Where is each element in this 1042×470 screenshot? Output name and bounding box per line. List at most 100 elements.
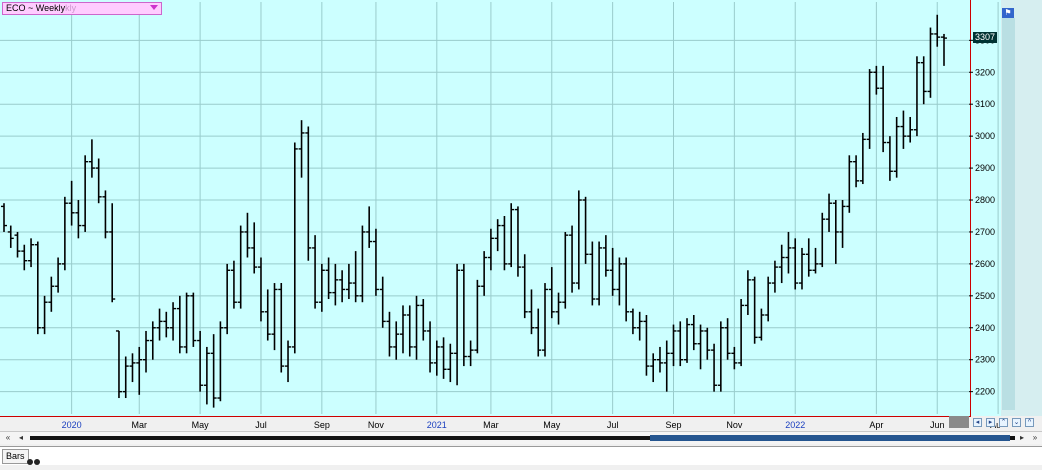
ohlc-bar — [758, 308, 765, 341]
ohlc-bar — [927, 27, 934, 98]
ohlc-bar — [230, 260, 237, 309]
last-price-marker: 3307 — [973, 32, 998, 44]
ohlc-bar — [21, 244, 28, 271]
ohlc-bar — [454, 263, 461, 386]
dropdown-arrow-icon[interactable] — [150, 5, 158, 10]
x-tick-label: Sep — [665, 420, 681, 430]
bars-type-button[interactable]: Bars — [2, 449, 29, 464]
ohlc-bar — [251, 222, 258, 274]
ohlc-bar — [406, 305, 413, 357]
flag-icon[interactable]: ⚑ — [1002, 8, 1014, 18]
symbol-selector-ghost-text: kly — [65, 3, 77, 13]
ohlc-bar — [28, 238, 35, 268]
ohlc-bar — [61, 196, 68, 271]
ohlc-bar — [427, 321, 434, 373]
x-tick-label: 2022 — [785, 420, 805, 430]
ohlc-bar — [886, 136, 893, 181]
ohlc-bar — [95, 158, 102, 204]
symbol-selector[interactable]: ECO ~ Weeklykly — [2, 2, 162, 15]
ohlc-bar — [102, 190, 109, 239]
ohlc-bar — [379, 276, 386, 328]
y-tick-label: 2400 — [975, 323, 995, 333]
horizontal-scrollbar[interactable]: « ◂ ▸ » — [0, 431, 1042, 444]
zoom-out-icon[interactable]: ◂ — [973, 418, 982, 427]
chart-style-toggle-icon[interactable] — [27, 452, 41, 470]
ohlc-bar — [575, 190, 582, 290]
x-tick-label: Apr — [869, 420, 883, 430]
scroll-first-button[interactable]: « — [2, 432, 14, 444]
ohlc-bar — [48, 276, 55, 312]
ohlc-bar — [941, 33, 947, 66]
ohlc-bar — [785, 231, 792, 274]
ohlc-bar — [873, 65, 880, 95]
ohlc-bar — [826, 193, 833, 232]
ohlc-bar — [724, 318, 731, 360]
ohlc-bar — [34, 241, 41, 335]
ohlc-bar — [582, 196, 589, 264]
ohlc-bar — [704, 327, 711, 360]
ohlc-bar — [460, 263, 467, 367]
ohlc-bar — [650, 353, 657, 383]
ohlc-bar — [663, 340, 670, 392]
y-tick-label: 2500 — [975, 291, 995, 301]
scroll-down-icon[interactable]: ⌄ — [1012, 418, 1021, 427]
ohlc-bar — [156, 308, 163, 341]
ohlc-bar — [291, 142, 298, 354]
ohlc-bar — [623, 257, 630, 322]
ohlc-bar — [494, 219, 501, 252]
ohlc-bar — [738, 299, 745, 367]
ohlc-bar — [616, 257, 623, 306]
ohlc-bar — [474, 279, 481, 354]
ohlc-bar — [440, 337, 447, 379]
ohlc-bar — [176, 295, 183, 354]
ohlc-bar — [819, 212, 826, 268]
ohlc-bar — [684, 318, 691, 363]
ohlc-bar — [163, 311, 170, 338]
ohlc-bar — [257, 257, 264, 322]
ohlc-bar — [393, 321, 400, 360]
x-tick-label: Sep — [314, 420, 330, 430]
y-tick-label: 3200 — [975, 67, 995, 77]
ohlc-bar — [846, 155, 853, 213]
ohlc-bar — [535, 308, 542, 357]
ohlc-bar — [170, 302, 177, 341]
ohlc-chart: 2020 Mar May Jul Sep Nov 2021 Mar May Jul Sep Nov 20… — [0, 2, 1000, 430]
reset-icon[interactable]: ^ — [1025, 418, 1034, 427]
y-tick-label: 3100 — [975, 99, 995, 109]
ohlc-bar — [109, 203, 116, 303]
ohlc-bar — [711, 343, 718, 392]
ohlc-bar — [7, 225, 14, 248]
ohlc-bar — [143, 330, 150, 373]
scroll-up-icon[interactable]: ⌃ — [999, 418, 1008, 427]
ohlc-bar — [555, 292, 562, 325]
scroll-right-button[interactable]: ▸ — [1016, 432, 1028, 444]
ohlc-bar — [562, 231, 569, 309]
scroll-last-button[interactable]: » — [1029, 432, 1041, 444]
ohlc-bar — [420, 299, 427, 341]
scroll-thumb[interactable] — [650, 435, 1010, 441]
y-tick-label: 2700 — [975, 227, 995, 237]
y-tick-label: 2200 — [975, 387, 995, 397]
ohlc-bar — [210, 334, 217, 408]
ohlc-bar — [14, 231, 21, 258]
ohlc-bar — [203, 346, 210, 405]
x-tick-label: 2021 — [427, 420, 447, 430]
ohlc-bar — [602, 235, 609, 277]
ohlc-bar — [548, 267, 555, 319]
ohlc-bar — [332, 263, 339, 306]
ohlc-bar — [934, 14, 941, 47]
zoom-in-icon[interactable]: ▸ — [986, 418, 995, 427]
ohlc-bar — [514, 206, 521, 277]
x-tick-label: Nov — [368, 420, 385, 430]
ohlc-bar — [366, 206, 373, 248]
ohlc-bar — [542, 283, 549, 357]
ohlc-bar — [115, 330, 122, 399]
vertical-scrollbar[interactable] — [1002, 18, 1015, 410]
ohlc-bar — [399, 305, 406, 354]
scroll-left-button[interactable]: ◂ — [15, 432, 27, 444]
ohlc-bar — [345, 263, 352, 300]
ohlc-bar — [68, 180, 75, 226]
ohlc-bar — [744, 270, 751, 315]
ohlc-bar — [217, 321, 224, 402]
ohlc-bar — [285, 340, 292, 383]
